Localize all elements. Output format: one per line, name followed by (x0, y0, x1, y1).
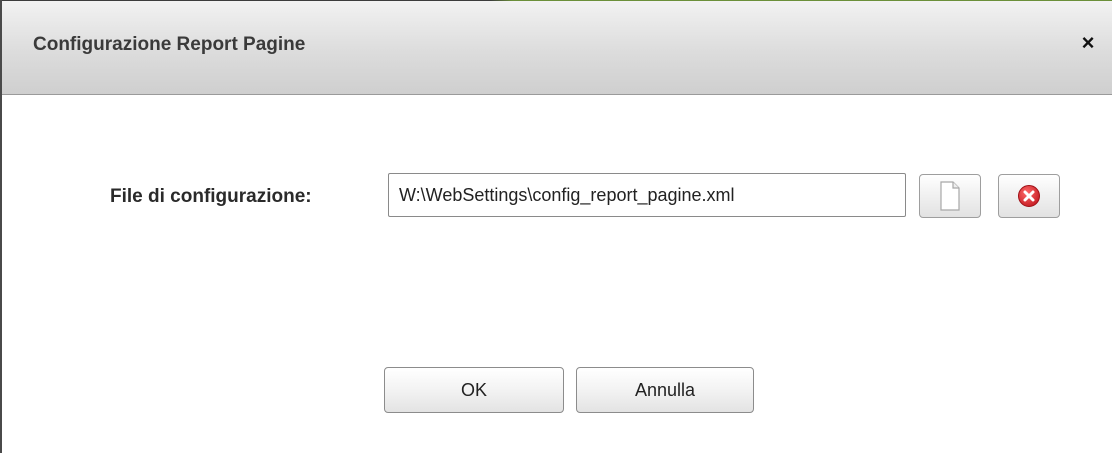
browse-file-button[interactable] (919, 174, 981, 218)
blank-document-icon (940, 181, 960, 211)
cancel-button[interactable]: Annulla (576, 367, 754, 413)
dialog-title: Configurazione Report Pagine (33, 34, 306, 55)
config-file-input[interactable] (388, 173, 906, 217)
red-x-circle-icon (1018, 185, 1040, 207)
close-button[interactable]: × (1076, 31, 1100, 55)
ok-button[interactable]: OK (384, 367, 564, 413)
config-file-label: File di configurazione: (110, 186, 312, 207)
clear-file-button[interactable] (998, 174, 1060, 218)
configuration-dialog: Configurazione Report Pagine × File di c… (0, 0, 1112, 453)
dialog-titlebar: Configurazione Report Pagine × (2, 1, 1112, 95)
